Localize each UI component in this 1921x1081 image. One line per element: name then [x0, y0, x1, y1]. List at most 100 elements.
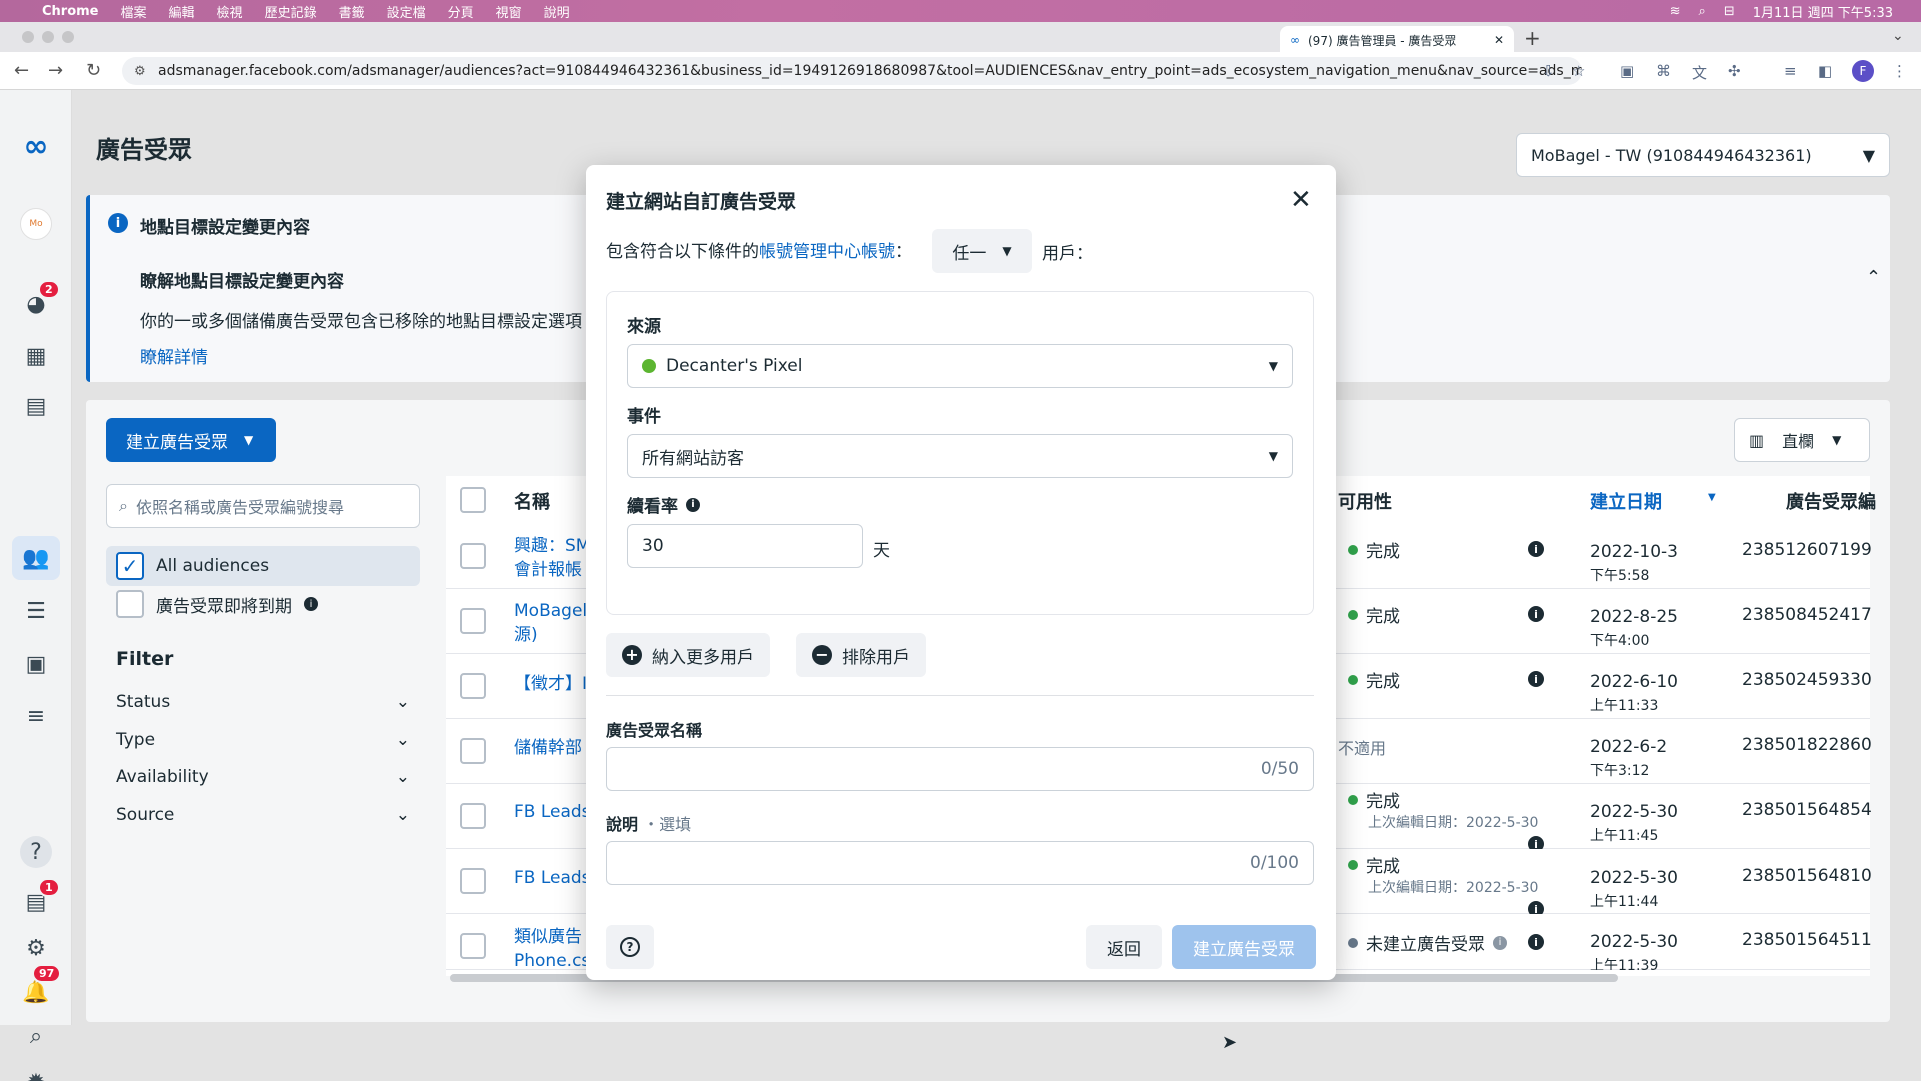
menu-item-bookmarks[interactable]: 書籤 — [339, 2, 365, 21]
close-icon[interactable]: ✕ — [1290, 185, 1312, 215]
extensions-puzzle-icon[interactable]: ✣ — [1728, 62, 1741, 80]
row-checkbox[interactable] — [460, 933, 486, 959]
row-name-link[interactable]: 類似廣告 Phone.cs — [514, 925, 590, 973]
sort-desc-icon[interactable]: ▼ — [1708, 492, 1716, 503]
new-tab-button[interactable]: + — [1524, 26, 1541, 50]
side-panel-icon[interactable]: ◧ — [1818, 62, 1832, 80]
column-header-availability[interactable]: 可用性 — [1338, 488, 1392, 514]
expiring-audiences-filter[interactable]: 廣告受眾即將到期 i — [116, 590, 318, 618]
account-selector[interactable]: MoBagel - TW (910844946432361) ▼ — [1516, 133, 1890, 177]
window-close-button[interactable] — [22, 31, 34, 43]
menu-item-edit[interactable]: 編輯 — [169, 2, 195, 21]
help-button[interactable]: ? — [606, 925, 654, 969]
menubar-clock[interactable]: 1月11日 週四 下午5:33 — [1753, 2, 1893, 21]
info-icon[interactable]: i — [1493, 935, 1507, 950]
audience-name-input[interactable]: 0/50 — [606, 747, 1314, 791]
media-library-icon[interactable]: ▣ — [20, 648, 52, 680]
exclude-users-button[interactable]: − 排除用戶 — [796, 633, 926, 677]
browser-tab-active[interactable]: ∞ (97) 廣告管理員 - 廣告受眾 ✕ — [1280, 26, 1514, 54]
menu-item-view[interactable]: 檢視 — [217, 2, 243, 21]
tab-search-chevron-icon[interactable]: ⌄ — [1892, 28, 1904, 44]
window-minimize-button[interactable] — [42, 31, 54, 43]
expiring-checkbox[interactable] — [116, 590, 144, 618]
translate-icon[interactable]: 文 — [1692, 62, 1707, 83]
info-icon[interactable]: i — [1528, 934, 1544, 950]
search-icon[interactable]: ⌕ — [20, 1020, 52, 1052]
billing-icon[interactable]: ☰ — [20, 595, 52, 627]
settings-gear-icon[interactable]: ⚙ — [20, 932, 52, 964]
back-arrow-icon[interactable]: ← — [14, 60, 29, 81]
info-icon[interactable]: i — [1528, 671, 1544, 687]
extension-icon[interactable]: ▣ — [1620, 62, 1634, 80]
all-tools-menu-icon[interactable]: ≡ — [20, 700, 52, 732]
bug-report-icon[interactable]: ✹ — [20, 1066, 52, 1081]
search-icon[interactable]: ⌕ — [1699, 4, 1706, 19]
menu-item-file[interactable]: 檔案 — [121, 2, 147, 21]
filter-source[interactable]: Source ⌄ — [116, 805, 410, 825]
banner-learn-more-link[interactable]: 瞭解詳情 — [140, 343, 208, 368]
include-more-users-button[interactable]: + 納入更多用戶 — [606, 633, 770, 677]
site-info-icon[interactable]: ⚙ — [134, 64, 146, 79]
chevron-up-icon[interactable]: ⌃ — [1866, 267, 1881, 288]
accounts-center-link[interactable]: 帳號管理中心帳號 — [759, 237, 895, 262]
row-checkbox[interactable] — [460, 868, 486, 894]
window-zoom-button[interactable] — [62, 31, 74, 43]
extension-code-icon[interactable]: ⌘ — [1656, 62, 1671, 80]
address-bar[interactable]: adsmanager.facebook.com/adsmanager/audie… — [122, 57, 1582, 85]
filter-status[interactable]: Status ⌄ — [116, 692, 410, 712]
row-name-link[interactable]: FB Leads — [514, 866, 591, 890]
column-header-created[interactable]: 建立日期 — [1590, 488, 1662, 514]
filter-availability[interactable]: Availability ⌄ — [116, 767, 410, 787]
column-header-audience-id[interactable]: 廣告受眾編 — [1786, 488, 1876, 514]
menu-item-history[interactable]: 歷史記錄 — [265, 2, 317, 21]
create-audience-button[interactable]: 建立廣告受眾 ▼ — [106, 418, 276, 462]
menu-item-window[interactable]: 視窗 — [496, 2, 522, 21]
select-all-checkbox[interactable] — [460, 487, 486, 513]
row-name-link[interactable]: MoBagel 源) — [514, 599, 587, 647]
back-button[interactable]: 返回 — [1086, 925, 1162, 969]
ad-reports-icon[interactable]: ▤ 1 — [20, 878, 60, 918]
install-app-icon[interactable]: ⇩ — [1542, 62, 1555, 80]
info-icon[interactable]: i — [686, 497, 700, 512]
account-avatar[interactable]: Mo — [20, 208, 52, 240]
meta-logo-icon[interactable]: ∞ — [20, 129, 52, 164]
menu-item-tab[interactable]: 分頁 — [448, 2, 474, 21]
row-checkbox[interactable] — [460, 673, 486, 699]
event-dropdown[interactable]: 所有網站訪客 ▼ — [627, 434, 1293, 478]
info-icon[interactable]: i — [304, 597, 318, 611]
wifi-icon[interactable]: ≋ — [1670, 4, 1681, 19]
row-name-link[interactable]: FB Leads — [514, 800, 591, 824]
row-name-link[interactable]: 興趣：SM 會計報帳 — [514, 534, 590, 582]
audiences-icon[interactable]: 👥 — [12, 536, 60, 580]
ads-manager-table-icon[interactable]: ▦ — [20, 340, 52, 372]
reload-icon[interactable]: ↻ — [86, 60, 101, 81]
row-checkbox[interactable] — [460, 738, 486, 764]
reports-icon[interactable]: ▤ — [20, 390, 52, 422]
menu-item-profiles[interactable]: 設定檔 — [387, 2, 426, 21]
columns-button[interactable]: ▥ 直欄 ▼ — [1734, 418, 1870, 462]
filter-type[interactable]: Type ⌄ — [116, 730, 410, 750]
bookmark-star-icon[interactable]: ☆ — [1572, 62, 1585, 80]
tab-close-icon[interactable]: ✕ — [1494, 33, 1504, 47]
menu-item-help[interactable]: 說明 — [544, 2, 570, 21]
row-checkbox[interactable] — [460, 543, 486, 569]
source-dropdown[interactable]: Decanter's Pixel ▼ — [627, 344, 1293, 388]
description-input[interactable]: 0/100 — [606, 841, 1314, 885]
column-header-name[interactable]: 名稱 — [514, 488, 550, 514]
chrome-menu-icon[interactable]: ⋮ — [1892, 62, 1907, 80]
control-center-icon[interactable]: ⊟ — [1724, 4, 1735, 19]
checkmark-icon[interactable]: ✓ — [116, 552, 144, 580]
retention-days-input[interactable]: 30 — [627, 524, 863, 568]
create-audience-submit-button[interactable]: 建立廣告受眾 — [1172, 925, 1316, 969]
info-icon[interactable]: i — [1528, 606, 1544, 622]
notifications-bell-icon[interactable]: 🔔 97 — [20, 964, 62, 1008]
reading-list-icon[interactable]: ≡ — [1784, 62, 1797, 80]
row-name-link[interactable]: 儲備幹部 — [514, 736, 582, 760]
all-audiences-filter[interactable]: ✓ All audiences — [106, 546, 420, 586]
row-checkbox[interactable] — [460, 608, 486, 634]
row-name-link[interactable]: 【徵才】I — [514, 672, 587, 696]
menu-app-name[interactable]: Chrome — [42, 4, 99, 19]
row-checkbox[interactable] — [460, 803, 486, 829]
forward-arrow-icon[interactable]: → — [48, 60, 63, 81]
tools-icon[interactable]: ◕ 2 — [20, 280, 60, 320]
